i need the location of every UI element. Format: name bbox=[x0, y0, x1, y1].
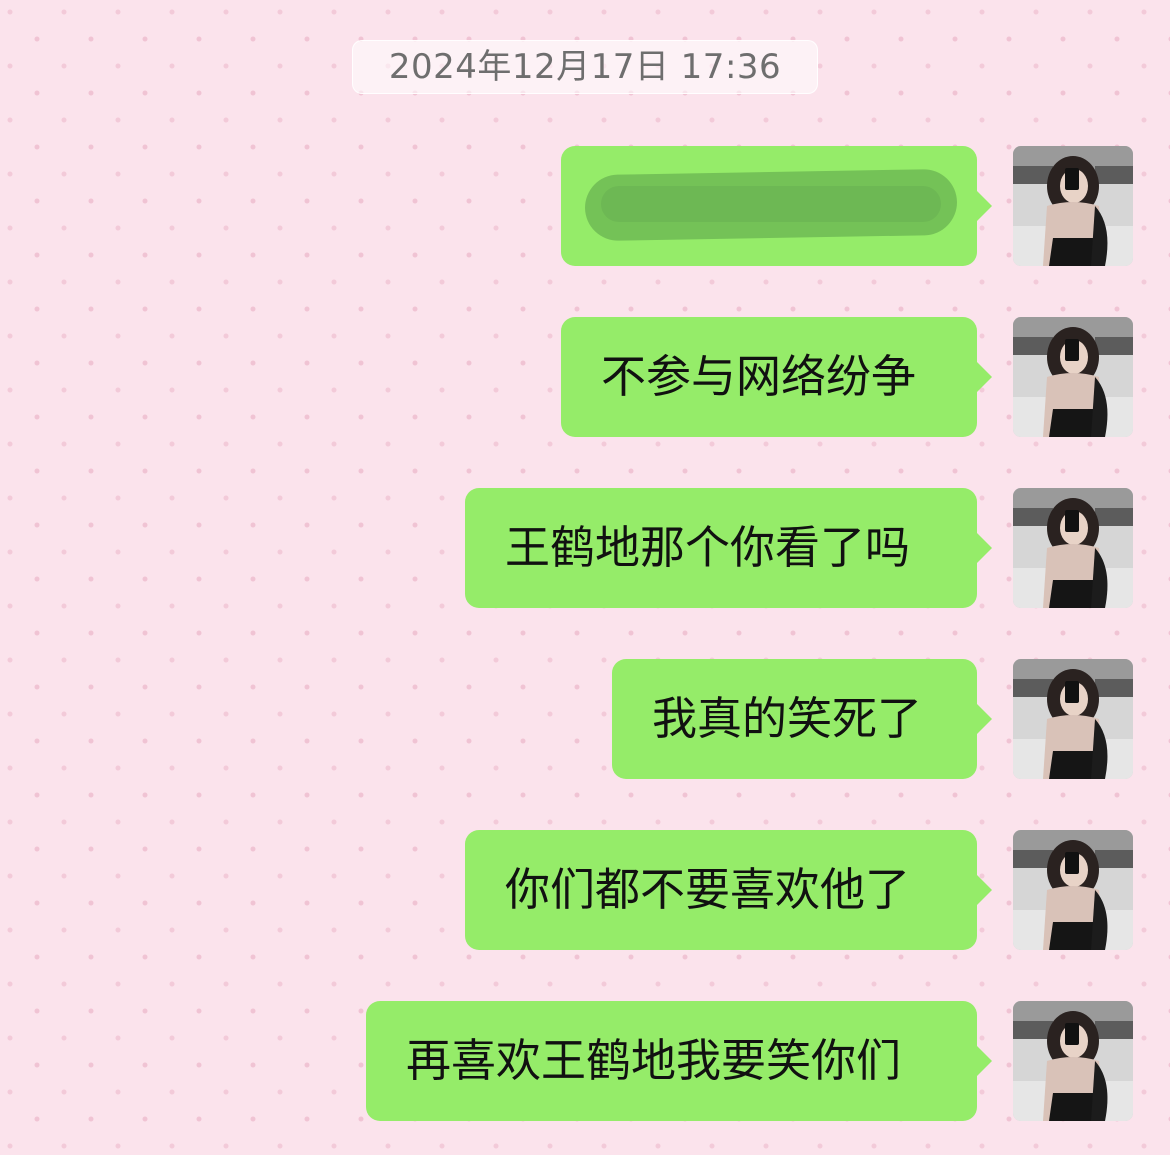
redaction-scribble bbox=[601, 186, 941, 222]
user-avatar[interactable] bbox=[1013, 830, 1133, 950]
message-text: 再喜欢王鹤地我要笑你们 bbox=[406, 1034, 902, 1087]
user-avatar[interactable] bbox=[1013, 146, 1133, 266]
avatar-photo-icon bbox=[1013, 1001, 1133, 1121]
message-row bbox=[0, 146, 1170, 266]
user-avatar[interactable] bbox=[1013, 659, 1133, 779]
message-text: 不参与网络纷争 bbox=[601, 350, 917, 403]
user-avatar[interactable] bbox=[1013, 1001, 1133, 1121]
message-row: 再喜欢王鹤地我要笑你们 bbox=[0, 1001, 1170, 1121]
message-row: 王鹤地那个你看了吗 bbox=[0, 488, 1170, 608]
message-text: 王鹤地那个你看了吗 bbox=[505, 521, 911, 574]
avatar-photo-icon bbox=[1013, 146, 1133, 266]
message-text: 我真的笑死了 bbox=[652, 692, 923, 745]
chat-timestamp: 2024年12月17日 17:36 bbox=[352, 40, 818, 94]
avatar-photo-icon bbox=[1013, 830, 1133, 950]
avatar-photo-icon bbox=[1013, 317, 1133, 437]
message-row: 你们都不要喜欢他了 bbox=[0, 830, 1170, 950]
message-bubble[interactable]: 我真的笑死了 bbox=[612, 659, 992, 779]
avatar-photo-icon bbox=[1013, 659, 1133, 779]
avatar-photo-icon bbox=[1013, 488, 1133, 608]
message-row: 我真的笑死了 bbox=[0, 659, 1170, 779]
message-row: 不参与网络纷争 bbox=[0, 317, 1170, 437]
message-bubble[interactable]: 不参与网络纷争 bbox=[561, 317, 992, 437]
message-text: 你们都不要喜欢他了 bbox=[505, 863, 911, 916]
user-avatar[interactable] bbox=[1013, 488, 1133, 608]
message-bubble-redacted[interactable] bbox=[561, 146, 992, 266]
message-bubble[interactable]: 再喜欢王鹤地我要笑你们 bbox=[366, 1001, 992, 1121]
message-bubble[interactable]: 王鹤地那个你看了吗 bbox=[465, 488, 992, 608]
user-avatar[interactable] bbox=[1013, 317, 1133, 437]
message-bubble[interactable]: 你们都不要喜欢他了 bbox=[465, 830, 992, 950]
